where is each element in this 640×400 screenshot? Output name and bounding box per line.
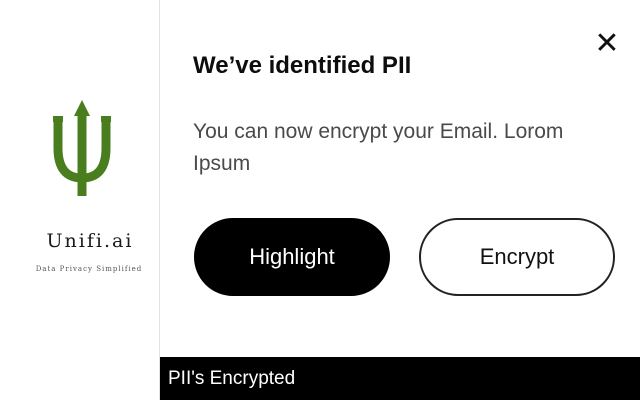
encrypt-button-label: Encrypt	[479, 244, 555, 269]
brand-name: Unifi.ai	[46, 230, 134, 252]
highlight-button-label: Highlight	[249, 244, 335, 269]
close-icon[interactable]: ✕	[594, 29, 620, 59]
highlight-button[interactable]: Highlight	[194, 218, 390, 296]
brand-tagline: Data Privacy Simplified	[35, 265, 143, 273]
status-bar: PII's Encrypted	[160, 357, 640, 400]
unifi-logo-icon	[53, 100, 111, 196]
dialog-title: We’ve identified PII	[193, 52, 412, 79]
pii-dialog: ✕ We’ve identified PII You can now encry…	[160, 0, 640, 357]
brand-sidebar: Unifi.ai Data Privacy Simplified	[0, 0, 160, 400]
dialog-message: You can now encrypt your Email. Lorom Ip…	[193, 120, 564, 175]
status-text: PII's Encrypted	[168, 367, 296, 389]
encrypt-button[interactable]: Encrypt	[419, 218, 615, 296]
